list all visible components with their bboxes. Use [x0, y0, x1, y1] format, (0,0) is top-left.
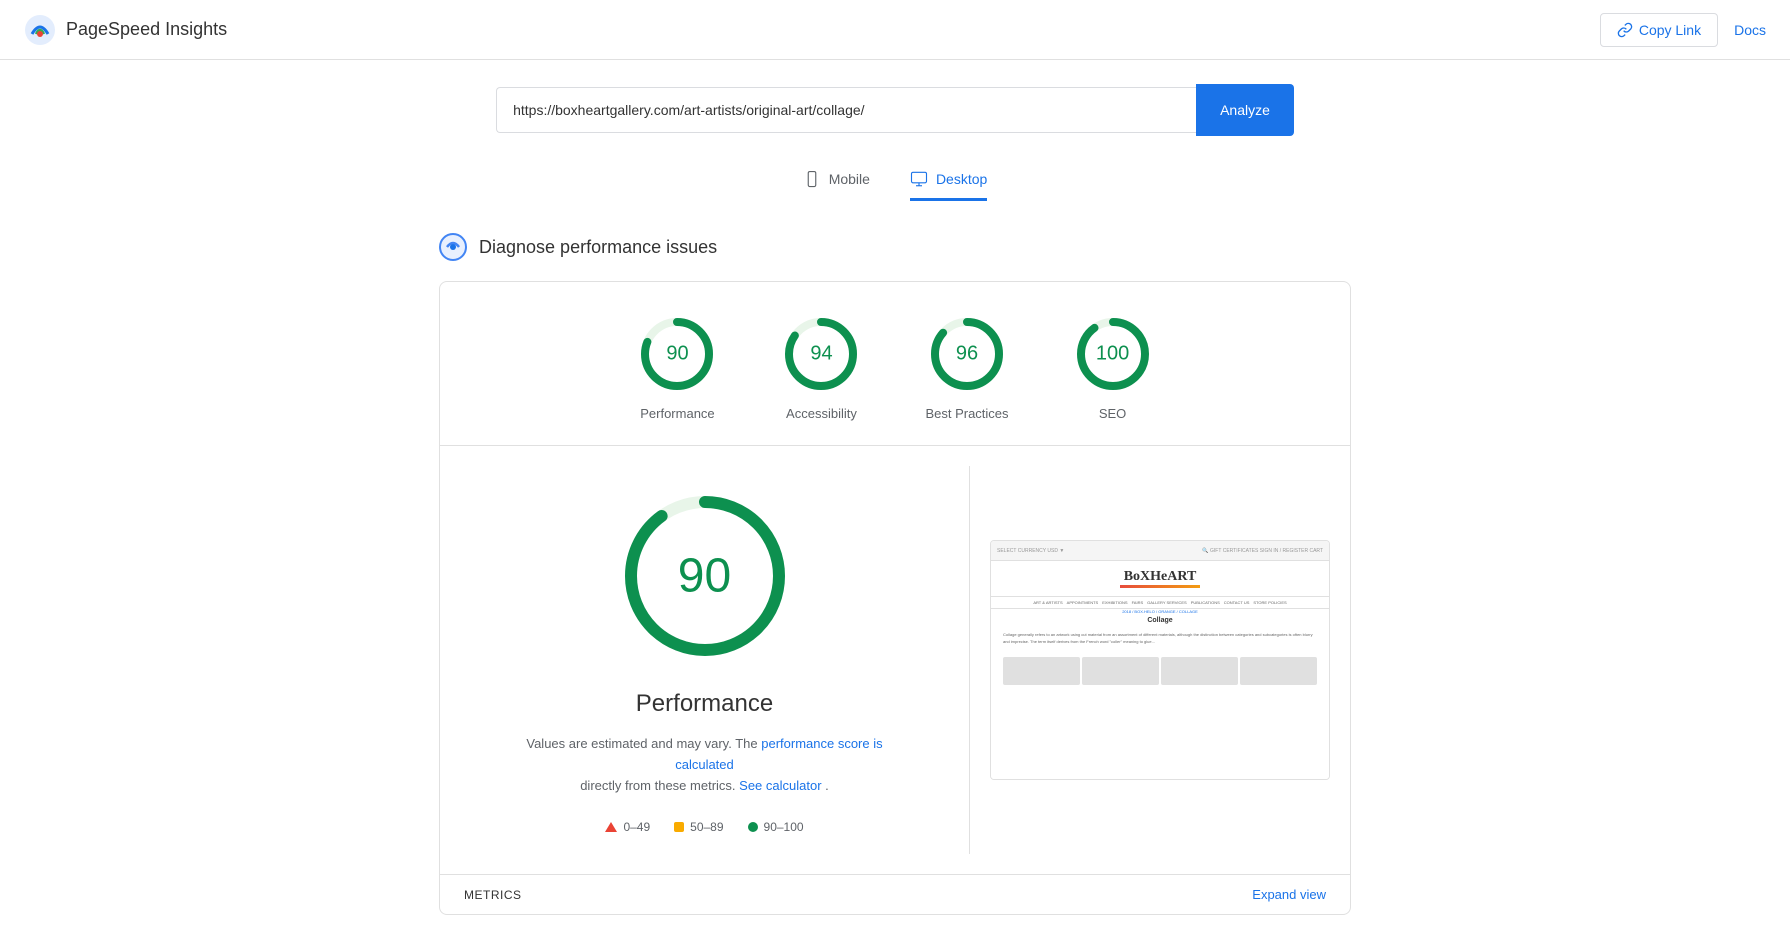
- score-circle-performance: 90: [637, 314, 717, 394]
- bottom-bar: METRICS Expand view: [440, 874, 1350, 914]
- big-score-circle: 90: [615, 486, 795, 666]
- diagnose-section: Diagnose performance issues 90 Performan…: [415, 233, 1375, 915]
- docs-link[interactable]: Docs: [1734, 22, 1766, 38]
- app-title: PageSpeed Insights: [66, 19, 227, 40]
- score-label-seo: SEO: [1099, 406, 1126, 421]
- preview-logo-underline: [1120, 585, 1200, 588]
- diagnose-icon: [439, 233, 467, 261]
- preview-content-text: Collage generally refers to an artwork u…: [991, 628, 1329, 649]
- preview-inner: SELECT CURRENCY USD ▼ 🔍 GIFT CERTIFICATE…: [991, 541, 1329, 779]
- link-icon: [1617, 22, 1633, 38]
- detail-section: 90 Performance Values are estimated and …: [440, 446, 1350, 874]
- legend-green-icon: [748, 822, 758, 832]
- preview-menu-item-4: FAIRS: [1132, 600, 1144, 605]
- detail-description: Values are estimated and may vary. The p…: [505, 734, 905, 796]
- preview-nav-icons: 🔍 GIFT CERTIFICATES SIGN IN / REGISTER C…: [1202, 548, 1323, 554]
- preview-menu-item-8: STORE POLICIES: [1253, 600, 1286, 605]
- detail-right: SELECT CURRENCY USD ▼ 🔍 GIFT CERTIFICATE…: [970, 446, 1350, 874]
- copy-link-button[interactable]: Copy Link: [1600, 13, 1718, 47]
- preview-images-row: [991, 653, 1329, 689]
- tab-desktop[interactable]: Desktop: [910, 160, 987, 201]
- big-score-number: 90: [678, 549, 731, 604]
- preview-menu-item-2: APPOINTMENTS: [1067, 600, 1099, 605]
- expand-view-button[interactable]: Expand view: [1252, 887, 1326, 902]
- preview-menu-item-6: PUBLICATIONS: [1191, 600, 1220, 605]
- preview-img-3: [1161, 657, 1238, 685]
- header: PageSpeed Insights Copy Link Docs: [0, 0, 1790, 60]
- preview-menu-item-5: GALLERY SERVICES: [1147, 600, 1187, 605]
- website-preview: SELECT CURRENCY USD ▼ 🔍 GIFT CERTIFICATE…: [990, 540, 1330, 780]
- legend-red-range: 0–49: [623, 820, 650, 834]
- legend-orange-range: 50–89: [690, 820, 723, 834]
- legend-item-red: 0–49: [605, 820, 650, 834]
- diagnose-title: Diagnose performance issues: [479, 237, 717, 258]
- diagnose-header: Diagnose performance issues: [439, 233, 1351, 261]
- score-number-performance: 90: [666, 343, 688, 366]
- preview-menu-item-1: ART & ARTISTS: [1033, 600, 1062, 605]
- preview-nav: SELECT CURRENCY USD ▼ 🔍 GIFT CERTIFICATE…: [991, 541, 1329, 561]
- copy-link-label: Copy Link: [1639, 22, 1701, 38]
- preview-logo: BoXHeART: [991, 561, 1329, 596]
- score-item-performance[interactable]: 90 Performance: [637, 314, 717, 421]
- score-item-accessibility[interactable]: 94 Accessibility: [781, 314, 861, 421]
- mobile-icon: [803, 170, 821, 188]
- score-label-performance: Performance: [640, 406, 714, 421]
- tab-mobile-label: Mobile: [829, 171, 870, 187]
- preview-img-1: [1003, 657, 1080, 685]
- score-item-seo[interactable]: 100 SEO: [1073, 314, 1153, 421]
- preview-menu-item-7: CONTACT US: [1224, 600, 1250, 605]
- legend-item-green: 90–100: [748, 820, 804, 834]
- detail-desc-text2: directly from these metrics.: [580, 778, 735, 793]
- mode-tabs: Mobile Desktop: [0, 160, 1790, 201]
- legend-row: 0–49 50–89 90–100: [605, 820, 803, 834]
- preview-menu-item-3: EXHIBITIONS: [1102, 600, 1127, 605]
- detail-desc-text3: .: [825, 778, 829, 793]
- score-label-accessibility: Accessibility: [786, 406, 857, 421]
- pagespeed-logo-icon: [24, 14, 56, 46]
- detail-left: 90 Performance Values are estimated and …: [440, 446, 969, 874]
- url-input[interactable]: [496, 87, 1196, 133]
- legend-green-range: 90–100: [764, 820, 804, 834]
- detail-desc-text1: Values are estimated and may vary. The: [526, 736, 757, 751]
- header-left: PageSpeed Insights: [24, 14, 227, 46]
- tab-desktop-label: Desktop: [936, 171, 987, 187]
- see-calculator-link[interactable]: See calculator: [739, 778, 821, 793]
- score-circles-row: 90 Performance 94 Accessibility: [440, 282, 1350, 445]
- preview-img-2: [1082, 657, 1159, 685]
- score-label-best-practices: Best Practices: [925, 406, 1008, 421]
- preview-breadcrumb: 2018 / BOX.HELO / ORANGE / COLLAGE: [991, 609, 1329, 614]
- tab-mobile[interactable]: Mobile: [803, 160, 870, 201]
- preview-menu: ART & ARTISTS APPOINTMENTS EXHIBITIONS F…: [991, 596, 1329, 609]
- preview-nav-text: SELECT CURRENCY USD ▼: [997, 548, 1064, 554]
- legend-item-orange: 50–89: [674, 820, 723, 834]
- score-circle-seo: 100: [1073, 314, 1153, 394]
- preview-img-4: [1240, 657, 1317, 685]
- detail-title: Performance: [636, 690, 773, 718]
- analyze-button[interactable]: Analyze: [1196, 84, 1294, 136]
- main-content: Analyze Mobile Desktop: [0, 60, 1790, 939]
- score-item-best-practices[interactable]: 96 Best Practices: [925, 314, 1008, 421]
- score-card: 90 Performance 94 Accessibility: [439, 281, 1351, 915]
- preview-content-title: Collage: [991, 617, 1329, 624]
- desktop-icon: [910, 170, 928, 188]
- metrics-label: METRICS: [464, 888, 522, 902]
- legend-red-icon: [605, 822, 617, 832]
- legend-orange-icon: [674, 822, 684, 832]
- score-circle-best-practices: 96: [927, 314, 1007, 394]
- search-section: Analyze: [0, 84, 1790, 136]
- score-number-best-practices: 96: [956, 343, 978, 366]
- score-circle-accessibility: 94: [781, 314, 861, 394]
- score-number-accessibility: 94: [810, 343, 832, 366]
- header-right: Copy Link Docs: [1600, 13, 1766, 47]
- score-number-seo: 100: [1096, 343, 1129, 366]
